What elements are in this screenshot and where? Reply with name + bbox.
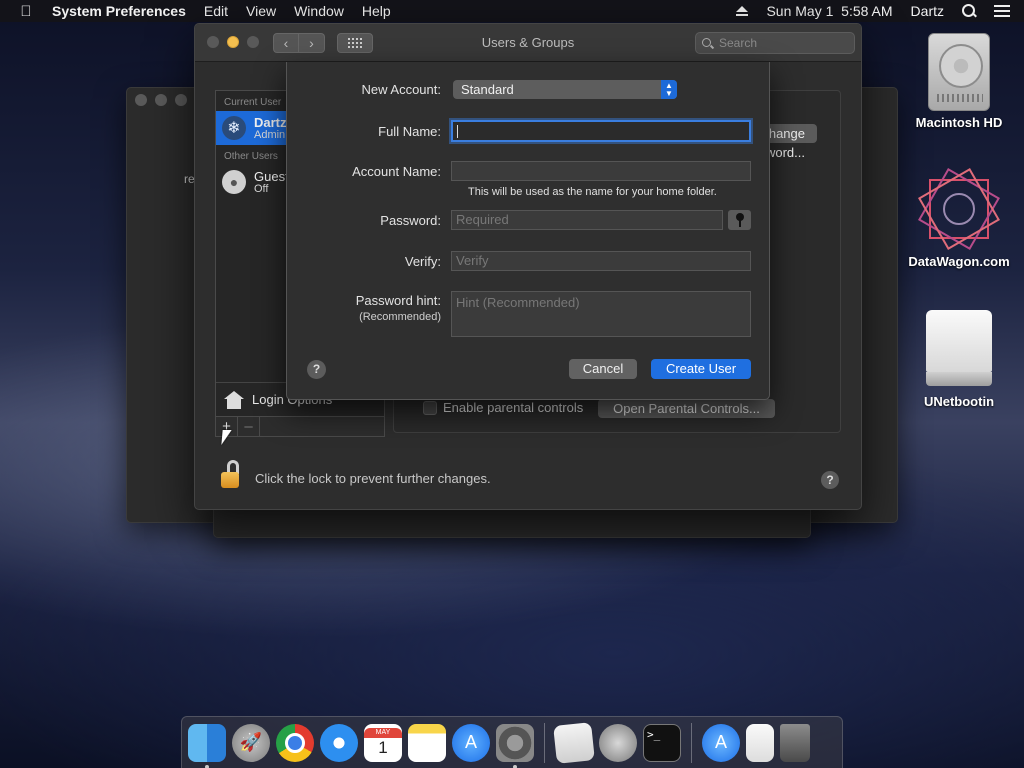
- notes-icon[interactable]: [408, 723, 446, 762]
- menu-help[interactable]: Help: [362, 3, 391, 19]
- password-hint-label: Password hint:: [355, 293, 441, 308]
- calendar-day: 1: [378, 737, 388, 757]
- safari-icon[interactable]: [320, 723, 358, 762]
- menu-window[interactable]: Window: [294, 3, 344, 19]
- textedit-icon[interactable]: [553, 721, 595, 764]
- account-name-label: Account Name:: [352, 164, 441, 179]
- notification-center-icon[interactable]: [994, 5, 1010, 17]
- terminal-icon[interactable]: >_: [643, 723, 681, 762]
- menu-view[interactable]: View: [246, 3, 276, 19]
- chrome-icon[interactable]: [276, 723, 314, 762]
- verify-placeholder: Verify: [456, 253, 489, 268]
- account-name-field[interactable]: [451, 161, 751, 181]
- open-parental-controls-button[interactable]: Open Parental Controls...: [598, 399, 775, 418]
- full-name-field[interactable]: [451, 120, 751, 142]
- desktop-icon-datawagon[interactable]: DataWagon.com: [904, 168, 1014, 269]
- help-button[interactable]: ?: [821, 471, 839, 489]
- verify-label: Verify:: [404, 254, 441, 269]
- hint-placeholder: Hint (Recommended): [456, 295, 580, 310]
- home-folder-note: This will be used as the name for your h…: [468, 186, 717, 198]
- verify-field[interactable]: Verify: [451, 251, 751, 271]
- desktop-icon-unetbootin[interactable]: UNetbootin: [904, 310, 1014, 409]
- password-label: Password:: [380, 213, 441, 228]
- calendar-month: MAY: [364, 727, 402, 738]
- password-placeholder: Required: [456, 212, 509, 227]
- desktop-icon-label: UNetbootin: [923, 394, 995, 409]
- key-icon: [735, 213, 745, 227]
- parental-controls-checkbox[interactable]: [423, 400, 437, 415]
- text-caret: [457, 125, 458, 139]
- cancel-button[interactable]: Cancel: [569, 359, 637, 379]
- add-remove-bar: + –: [215, 417, 385, 437]
- password-hint-sublabel: (Recommended): [359, 311, 441, 323]
- account-type-value: Standard: [461, 82, 514, 97]
- trash-icon[interactable]: [780, 723, 810, 762]
- lock-open-icon[interactable]: [221, 460, 239, 488]
- lock-text: Click the lock to prevent further change…: [255, 471, 491, 486]
- password-assistant-button[interactable]: [728, 210, 751, 230]
- search-placeholder: Search: [719, 36, 758, 50]
- launchpad-icon[interactable]: 🚀: [232, 723, 270, 762]
- new-account-sheet: New Account: Standard ▲ ▼ Full Name: Acco…: [286, 62, 770, 400]
- dock: 🚀 MAY 1 A >_ A: [181, 716, 843, 768]
- downloads-app-store-icon[interactable]: A: [702, 723, 740, 762]
- finder-icon[interactable]: [188, 723, 226, 768]
- hard-drive-icon: [928, 33, 990, 111]
- spotlight-search-icon[interactable]: [962, 4, 976, 18]
- dock-separator: [544, 722, 545, 763]
- user-name: Dartz: [254, 114, 287, 130]
- apple-menu-icon[interactable]: : [0, 3, 52, 20]
- remove-user-button[interactable]: –: [238, 417, 260, 436]
- document-icon[interactable]: [746, 723, 774, 762]
- search-icon: [702, 37, 713, 49]
- guest-avatar-icon: ●: [222, 170, 246, 194]
- sheet-help-button[interactable]: ?: [307, 360, 326, 379]
- calendar-icon[interactable]: MAY 1: [364, 723, 402, 762]
- house-icon: [224, 390, 244, 409]
- menu-bar:  System Preferences Edit View Window He…: [0, 0, 1024, 22]
- full-name-label: Full Name:: [378, 124, 441, 139]
- dock-separator: [691, 722, 692, 763]
- snowflake-avatar-icon: ❄: [222, 116, 246, 140]
- terminal-prompt: >_: [647, 727, 661, 741]
- desktop-icon-label: Macintosh HD: [915, 115, 1003, 130]
- menu-app-name[interactable]: System Preferences: [52, 3, 186, 19]
- system-preferences-icon[interactable]: [496, 723, 534, 768]
- app-store-icon[interactable]: A: [452, 723, 490, 762]
- datawagon-star-icon: [918, 168, 1000, 250]
- desktop-icon-macintosh-hd[interactable]: Macintosh HD: [904, 33, 1014, 130]
- parental-controls-option[interactable]: Enable parental controls: [423, 400, 583, 415]
- search-input[interactable]: Search: [695, 32, 855, 54]
- title-bar: ‹ › Users & Groups Search: [195, 24, 861, 62]
- password-hint-field[interactable]: Hint (Recommended): [451, 291, 751, 337]
- new-account-label: New Account:: [361, 82, 442, 97]
- mouse-cursor-icon: [221, 430, 232, 445]
- account-type-select[interactable]: Standard ▲ ▼: [453, 80, 677, 99]
- password-field[interactable]: Required: [451, 210, 723, 230]
- desktop-icon-label: DataWagon.com: [908, 254, 1010, 269]
- menu-user[interactable]: Dartz: [911, 3, 944, 19]
- eject-icon[interactable]: [736, 6, 749, 16]
- menu-clock[interactable]: Sun May 1 5:58 AM: [766, 3, 892, 19]
- user-role: Admin: [254, 128, 286, 141]
- create-user-button[interactable]: Create User: [651, 359, 751, 379]
- automator-icon[interactable]: [599, 723, 637, 762]
- parental-controls-label: Enable parental controls: [443, 400, 584, 415]
- menu-edit[interactable]: Edit: [204, 3, 228, 19]
- chevron-updown-icon: ▲ ▼: [661, 80, 677, 99]
- usb-drive-icon: [926, 310, 992, 390]
